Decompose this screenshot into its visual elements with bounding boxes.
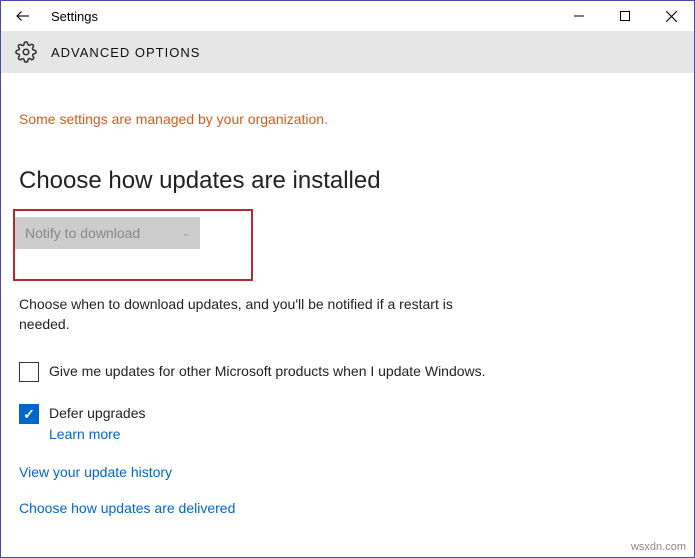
window-title: Settings — [51, 9, 98, 24]
back-arrow-icon — [14, 7, 32, 25]
maximize-icon — [620, 11, 630, 21]
other-products-label: Give me updates for other Microsoft prod… — [49, 362, 486, 382]
learn-more-link[interactable]: Learn more — [49, 426, 146, 442]
maximize-button[interactable] — [602, 1, 648, 31]
page-title: ADVANCED OPTIONS — [51, 45, 200, 60]
install-mode-dropdown[interactable]: Notify to download ⌄ — [15, 217, 200, 249]
update-history-link[interactable]: View your update history — [19, 464, 172, 480]
close-button[interactable] — [648, 1, 694, 31]
managed-by-org-message: Some settings are managed by your organi… — [19, 111, 676, 127]
close-icon — [666, 11, 677, 22]
defer-upgrades-row: Defer upgrades Learn more — [19, 404, 499, 442]
minimize-icon — [574, 11, 584, 21]
section-description: Choose when to download updates, and you… — [19, 295, 469, 334]
update-delivery-link[interactable]: Choose how updates are delivered — [19, 500, 235, 516]
back-button[interactable] — [7, 1, 39, 31]
dropdown-highlight-box: Notify to download ⌄ — [13, 209, 253, 281]
dropdown-value: Notify to download — [25, 225, 140, 241]
gear-icon — [15, 41, 37, 63]
page-header: ADVANCED OPTIONS — [1, 31, 694, 73]
titlebar: Settings — [1, 1, 694, 31]
defer-upgrades-checkbox[interactable] — [19, 404, 39, 424]
minimize-button[interactable] — [556, 1, 602, 31]
content-area: Some settings are managed by your organi… — [1, 73, 694, 554]
watermark: wsxdn.com — [631, 541, 686, 553]
section-title: Choose how updates are installed — [19, 167, 676, 195]
other-products-checkbox[interactable] — [19, 362, 39, 382]
window-controls — [556, 1, 694, 31]
defer-upgrades-label: Defer upgrades — [49, 404, 146, 424]
chevron-down-icon: ⌄ — [182, 228, 190, 239]
other-products-row: Give me updates for other Microsoft prod… — [19, 362, 499, 382]
settings-window: Settings ADVANCED OPTIONS Some settings … — [0, 0, 695, 558]
